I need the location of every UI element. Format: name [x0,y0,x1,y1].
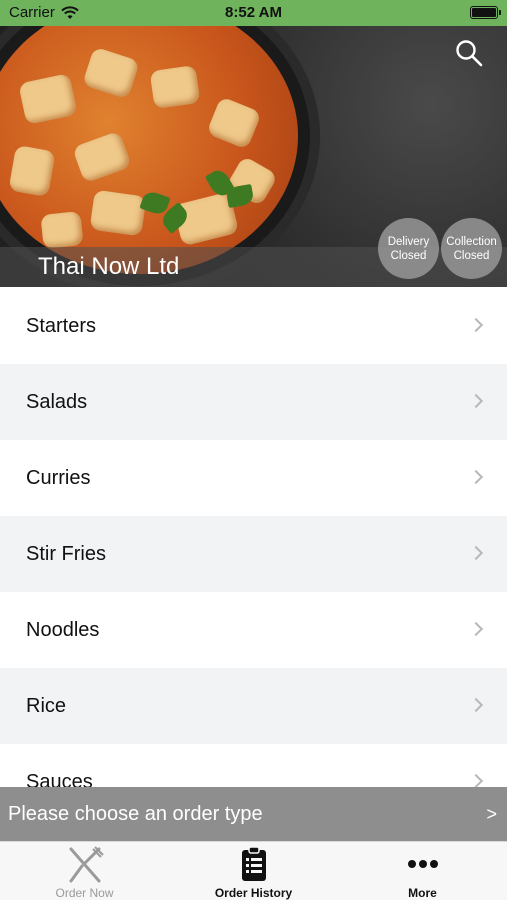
battery-icon [470,6,501,19]
collection-status-badge: Collection Closed [441,218,502,279]
chevron-right-icon [468,773,484,788]
clipboard-list-icon [241,846,266,881]
tab-label: More [408,886,437,900]
restaurant-name: Thai Now Ltd [38,253,180,280]
collection-badge-status: Closed [453,249,490,262]
more-dots-icon [407,860,438,868]
delivery-badge-title: Delivery [387,235,430,248]
menu-category-list: Starters Salads Curries Stir Fries Noodl… [0,288,507,788]
hero-banner: Thai Now Ltd Delivery Closed Collection … [0,26,507,287]
search-icon[interactable] [455,39,483,67]
chevron-right-icon [468,317,484,333]
status-time: 8:52 AM [225,4,282,21]
menu-item-label: Curries [26,466,91,489]
tab-more[interactable]: More [338,842,507,900]
chevron-right-icon [468,393,484,409]
tab-bar: Order Now Order History More [0,841,507,900]
tab-label: Order History [214,886,293,900]
status-bar: Carrier 8:52 AM [0,0,507,26]
delivery-badge-status: Closed [390,249,427,262]
chevron-right-icon [468,697,484,713]
order-type-arrow-icon: > [486,803,497,824]
tab-order-history[interactable]: Order History [169,842,338,900]
menu-item-sauces[interactable]: Sauces [0,744,507,788]
menu-item-label: Salads [26,390,88,413]
menu-item-label: Sauces [26,770,93,789]
menu-item-label: Stir Fries [26,542,106,565]
menu-item-label: Starters [26,314,97,337]
menu-item-salads[interactable]: Salads [0,364,507,440]
menu-item-noodles[interactable]: Noodles [0,592,507,668]
menu-item-starters[interactable]: Starters [0,288,507,364]
fork-knife-icon [69,846,104,883]
collection-badge-title: Collection [446,235,497,248]
order-type-bar[interactable]: Please choose an order type > [0,787,507,841]
menu-item-stir-fries[interactable]: Stir Fries [0,516,507,592]
menu-item-label: Noodles [26,618,100,641]
menu-item-rice[interactable]: Rice [0,668,507,744]
menu-item-label: Rice [26,694,67,717]
chevron-right-icon [468,469,484,485]
tab-label: Order Now [55,886,114,900]
chevron-right-icon [468,545,484,561]
chevron-right-icon [468,621,484,637]
delivery-status-badge: Delivery Closed [378,218,439,279]
tab-order-now[interactable]: Order Now [0,842,169,900]
order-type-prompt: Please choose an order type [8,802,263,825]
menu-item-curries[interactable]: Curries [0,440,507,516]
